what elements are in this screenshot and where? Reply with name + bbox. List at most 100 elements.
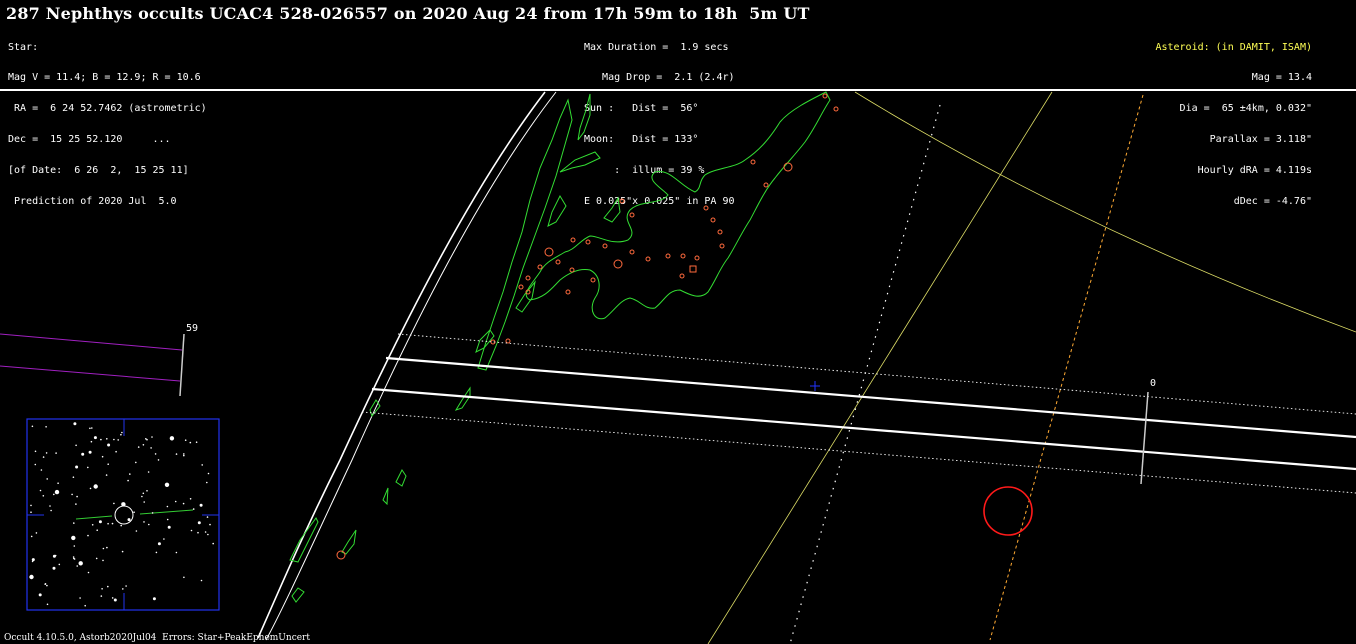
finder-star xyxy=(46,584,48,587)
star-position-circle xyxy=(983,486,1033,536)
finder-star xyxy=(151,512,154,514)
finder-star xyxy=(206,516,209,518)
finder-star xyxy=(182,502,185,505)
finder-star xyxy=(107,585,109,588)
finder-star xyxy=(54,554,57,557)
finder-star xyxy=(100,595,103,597)
finder-star xyxy=(44,583,46,585)
finder-star xyxy=(142,492,145,495)
time-tick-label-left: 59 xyxy=(186,323,199,334)
finder-star xyxy=(100,438,102,441)
finder-star xyxy=(71,493,73,496)
time-tick-left xyxy=(179,333,185,397)
finder-star xyxy=(115,450,117,453)
finder-star xyxy=(102,547,105,550)
finder-star xyxy=(117,439,119,441)
finder-star xyxy=(166,518,169,521)
finder-star xyxy=(102,559,104,562)
finder-star xyxy=(38,593,42,597)
earth-limb xyxy=(257,91,557,641)
occultation-map[interactable] xyxy=(0,0,1356,644)
occultation-path xyxy=(361,333,1356,494)
finder-star xyxy=(107,463,109,466)
finder-star xyxy=(53,493,55,496)
previous-path-lines xyxy=(0,333,183,382)
finder-star xyxy=(121,550,124,553)
finder-star xyxy=(157,459,160,461)
finder-star xyxy=(73,522,75,524)
finder-star xyxy=(189,498,192,500)
sun-altitude-line xyxy=(789,104,941,644)
finder-star xyxy=(199,503,203,507)
finder-star xyxy=(175,551,178,554)
finder-star xyxy=(184,439,187,442)
finder-star xyxy=(87,466,89,469)
finder-star xyxy=(167,525,171,529)
finder-star xyxy=(143,521,145,523)
finder-star xyxy=(151,436,153,438)
finder-star xyxy=(146,438,148,441)
finder-star xyxy=(89,487,92,490)
finder-star xyxy=(169,436,175,441)
time-tick-right xyxy=(1140,391,1149,485)
finder-star xyxy=(129,473,131,475)
finder-star xyxy=(89,427,91,430)
finder-star xyxy=(106,438,108,440)
finder-star xyxy=(189,441,192,444)
time-tick-label-right: 0 xyxy=(1150,378,1157,389)
finder-star xyxy=(212,542,214,545)
finder-star xyxy=(163,538,165,540)
finder-star xyxy=(147,471,150,473)
finder-star xyxy=(154,453,157,455)
finder-star xyxy=(46,603,49,606)
finder-star xyxy=(207,533,209,536)
finder-star xyxy=(101,455,104,458)
finder-star xyxy=(141,495,143,498)
finder-star xyxy=(45,426,47,428)
finder-star xyxy=(42,456,45,458)
finder-star xyxy=(87,534,89,537)
finder-star xyxy=(78,561,83,566)
finder-star xyxy=(91,524,94,526)
finder-star xyxy=(197,531,199,534)
finder-star xyxy=(175,453,178,455)
finder-star xyxy=(49,505,51,507)
finder-star xyxy=(31,425,34,428)
finder-star xyxy=(34,450,37,453)
finder-star xyxy=(98,520,102,524)
finder-star xyxy=(93,484,98,489)
finder-star xyxy=(207,472,210,475)
finder-star xyxy=(111,597,114,599)
software-footer: Occult 4.10.5.0, Astorb2020Jul04 Errors:… xyxy=(4,633,310,643)
finder-star xyxy=(76,495,78,498)
finder-star xyxy=(142,444,145,446)
finder-star xyxy=(40,469,43,471)
finder-star xyxy=(135,461,137,464)
finder-star xyxy=(71,535,76,541)
finder-star xyxy=(209,523,211,526)
finder-star xyxy=(157,542,161,546)
finder-star xyxy=(101,588,103,590)
finder-star xyxy=(190,529,193,532)
finder-star xyxy=(54,489,60,495)
finder-star xyxy=(133,511,135,513)
finder-star xyxy=(84,604,86,607)
finder-star xyxy=(31,558,35,562)
finder-star xyxy=(96,529,98,531)
finder-star xyxy=(73,545,76,547)
finder-star xyxy=(206,481,208,484)
finder-star xyxy=(29,574,34,580)
finder-star xyxy=(111,522,114,525)
finder-star xyxy=(107,443,111,447)
finder-star xyxy=(152,597,156,601)
finder-star xyxy=(34,463,37,466)
finder-star xyxy=(45,452,48,454)
finder-star xyxy=(90,440,93,443)
finder-star xyxy=(164,482,170,487)
finder-star xyxy=(72,556,75,558)
finder-star xyxy=(192,508,195,510)
finder-star xyxy=(200,579,203,582)
finder-star xyxy=(46,478,48,480)
finder-star xyxy=(113,502,115,505)
star-finder-chart[interactable] xyxy=(26,418,220,611)
